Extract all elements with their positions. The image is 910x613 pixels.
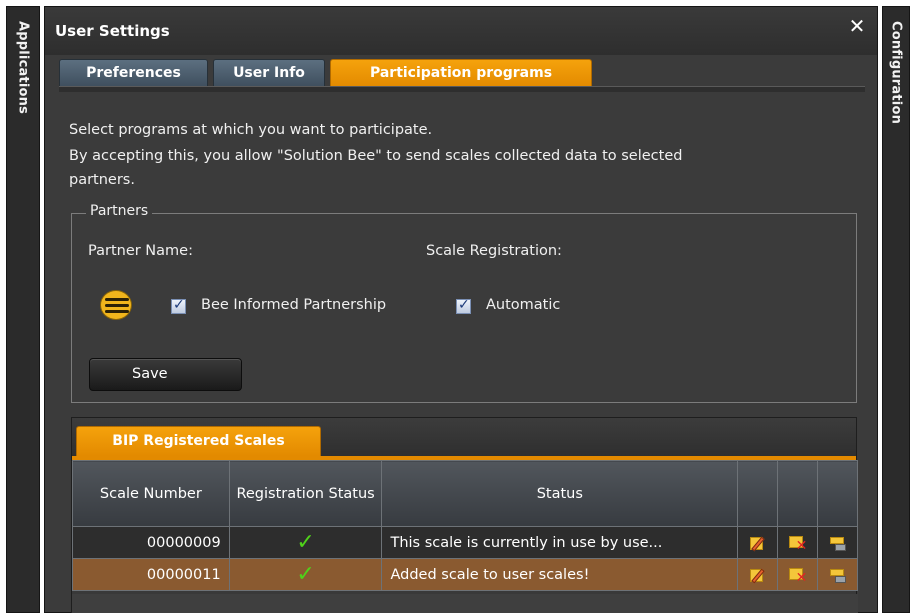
automatic-label: Automatic bbox=[486, 297, 561, 313]
configuration-label: Configuration bbox=[888, 21, 904, 125]
scale-number-cell: 00000011 bbox=[72, 558, 230, 591]
status-cell: Added scale to user scales! bbox=[381, 558, 739, 591]
tabs-divider bbox=[59, 86, 865, 92]
registration-status-cell: ✓ bbox=[228, 526, 383, 559]
registration-status-cell: ✓ bbox=[228, 558, 383, 591]
bee-logo-icon bbox=[100, 290, 132, 320]
partner-name-label: Partner Name: bbox=[88, 243, 193, 259]
window-title: User Settings bbox=[55, 22, 170, 40]
table-header-row: Scale Number Registration Status Status bbox=[72, 460, 858, 527]
edit-cell bbox=[737, 558, 779, 591]
column-header-registration-status[interactable]: Registration Status bbox=[228, 460, 383, 527]
status-cell: This scale is currently in use by use... bbox=[381, 526, 739, 559]
bip-tab-strip: BIP Registered Scales bbox=[72, 418, 856, 456]
bee-informed-partnership-checkbox[interactable]: ✓ bbox=[171, 297, 186, 314]
applications-side-tab[interactable]: Applications bbox=[6, 6, 40, 613]
scale-icon[interactable] bbox=[828, 534, 848, 552]
close-icon[interactable]: ✕ bbox=[847, 15, 867, 37]
registered-check-icon: ✓ bbox=[296, 529, 315, 555]
tab-preferences[interactable]: Preferences bbox=[59, 59, 208, 87]
scale-number-cell: 00000009 bbox=[72, 526, 230, 559]
tab-participation-programs[interactable]: Participation programs bbox=[330, 59, 592, 87]
column-header-scale bbox=[817, 460, 858, 527]
check-icon: ✓ bbox=[458, 297, 470, 313]
delete-icon[interactable]: ✕ bbox=[788, 566, 808, 585]
intro-text-line-2: By accepting this, you allow "Solution B… bbox=[69, 148, 683, 164]
registered-check-icon: ✓ bbox=[296, 561, 315, 587]
registered-scales-table: Scale Number Registration Status Status … bbox=[72, 460, 858, 591]
intro-text-line-3: partners. bbox=[69, 172, 135, 188]
delete-cell: ✕ bbox=[777, 558, 819, 591]
edit-cell bbox=[737, 526, 779, 559]
tab-user-info[interactable]: User Info bbox=[213, 59, 325, 87]
scale-registration-label: Scale Registration: bbox=[426, 243, 562, 259]
partner-name: Bee Informed Partnership bbox=[201, 297, 387, 313]
table-row[interactable]: 00000009 ✓ This scale is currently in us… bbox=[72, 526, 858, 559]
user-settings-window: User Settings ✕ Preferences User Info Pa… bbox=[44, 6, 878, 613]
edit-icon[interactable] bbox=[748, 566, 768, 584]
bip-registered-scales-panel: BIP Registered Scales Scale Number Regis… bbox=[71, 417, 858, 613]
tab-bip-registered-scales[interactable]: BIP Registered Scales bbox=[76, 426, 321, 456]
partners-legend: Partners bbox=[86, 203, 153, 219]
table-row[interactable]: 00000011 ✓ Added scale to user scales! ✕ bbox=[72, 558, 858, 591]
scale-icon[interactable] bbox=[828, 566, 848, 584]
column-header-delete bbox=[777, 460, 819, 527]
column-header-edit bbox=[737, 460, 779, 527]
edit-icon[interactable] bbox=[748, 534, 768, 552]
configuration-side-tab[interactable]: Configuration bbox=[882, 6, 910, 613]
save-button[interactable]: Save bbox=[89, 358, 242, 391]
scale-cell bbox=[817, 558, 858, 591]
title-bar: User Settings ✕ bbox=[45, 7, 877, 55]
delete-cell: ✕ bbox=[777, 526, 819, 559]
delete-icon[interactable]: ✕ bbox=[788, 534, 808, 553]
applications-label: Applications bbox=[15, 21, 31, 115]
scale-cell bbox=[817, 526, 858, 559]
column-header-status[interactable]: Status bbox=[381, 460, 739, 527]
automatic-registration-checkbox[interactable]: ✓ bbox=[456, 297, 471, 314]
intro-text-line-1: Select programs at which you want to par… bbox=[69, 122, 433, 138]
column-header-scale-number[interactable]: Scale Number bbox=[72, 460, 230, 527]
check-icon: ✓ bbox=[173, 297, 185, 313]
table-empty-area bbox=[72, 594, 858, 613]
partners-group: Partners Partner Name: Scale Registratio… bbox=[71, 203, 857, 403]
